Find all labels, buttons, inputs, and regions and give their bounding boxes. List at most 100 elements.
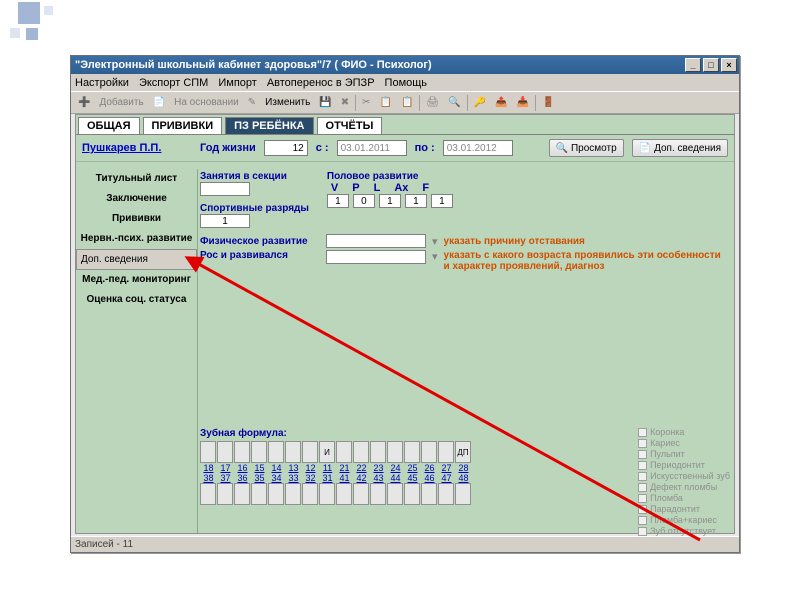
based-button[interactable]: На основании — [171, 94, 242, 112]
check-item[interactable]: Пульпит — [638, 449, 730, 460]
checkbox-icon[interactable] — [638, 461, 647, 470]
print-icon[interactable]: 🖨 — [423, 94, 442, 112]
tooth-cell[interactable] — [370, 441, 386, 463]
sidebar-item-extra[interactable]: Доп. сведения — [76, 249, 197, 270]
sex-val-p[interactable]: 0 — [353, 194, 375, 208]
growth-input[interactable] — [326, 250, 426, 264]
check-item[interactable]: Пломба+кариес — [638, 515, 730, 526]
sport-input[interactable]: 1 — [200, 214, 250, 228]
tooth-cell[interactable] — [285, 483, 301, 505]
tooth-cell[interactable] — [251, 483, 267, 505]
tooth-cell[interactable] — [200, 441, 216, 463]
tab-child[interactable]: ПЗ РЕБЁНКА — [225, 117, 313, 134]
checkbox-icon[interactable] — [638, 439, 647, 448]
tooth-cell[interactable] — [268, 483, 284, 505]
sidebar-item-neuro[interactable]: Нервн.-псих. развитие — [76, 229, 197, 249]
patient-name-link[interactable]: Пушкарев П.П. — [82, 142, 192, 154]
check-item[interactable]: Искусственный зуб — [638, 471, 730, 482]
menu-help[interactable]: Помощь — [385, 77, 428, 89]
tooth-cell[interactable] — [234, 483, 250, 505]
tab-general[interactable]: ОБЩАЯ — [78, 117, 140, 134]
close-button[interactable]: × — [721, 58, 737, 72]
sidebar-item-vaccines[interactable]: Прививки — [76, 209, 197, 229]
sex-val-f[interactable]: 1 — [431, 194, 453, 208]
sidebar-item-social[interactable]: Оценка соц. статуса — [76, 290, 197, 310]
exit-icon[interactable]: 🚪 — [539, 94, 557, 112]
tooth-cell[interactable] — [336, 441, 352, 463]
tooth-cell[interactable] — [370, 483, 386, 505]
cut-icon[interactable]: ✂ — [359, 94, 373, 112]
tooth-cell[interactable] — [353, 441, 369, 463]
checkbox-icon[interactable] — [638, 494, 647, 503]
transfer-icon[interactable]: 📤 — [492, 94, 510, 112]
sections-input[interactable] — [200, 182, 250, 196]
checkbox-icon[interactable] — [638, 516, 647, 525]
tooth-cell[interactable] — [234, 441, 250, 463]
tooth-cell[interactable]: И — [319, 441, 335, 463]
tooth-cell[interactable] — [421, 441, 437, 463]
checkbox-icon[interactable] — [638, 450, 647, 459]
add-button[interactable]: Добавить — [96, 94, 146, 112]
tooth-cell[interactable] — [217, 441, 233, 463]
checkbox-icon[interactable] — [638, 472, 647, 481]
tooth-cell[interactable] — [438, 441, 454, 463]
phys-input[interactable] — [326, 234, 426, 248]
key-icon[interactable]: 🔑 — [471, 94, 489, 112]
tooth-cell[interactable] — [353, 483, 369, 505]
delete-icon[interactable]: ✖ — [338, 94, 352, 112]
edit-button[interactable]: Изменить — [262, 94, 313, 112]
tooth-cell[interactable] — [302, 441, 318, 463]
tab-reports[interactable]: ОТЧЁТЫ — [317, 117, 383, 134]
paste-icon[interactable]: 📋 — [398, 94, 416, 112]
tooth-cell[interactable] — [387, 441, 403, 463]
sex-val-v[interactable]: 1 — [327, 194, 349, 208]
check-item[interactable]: Коронка — [638, 427, 730, 438]
menu-settings[interactable]: Настройки — [75, 77, 129, 89]
tooth-cell[interactable] — [404, 441, 420, 463]
checkbox-icon[interactable] — [638, 483, 647, 492]
preview-icon[interactable]: 🔍 — [445, 94, 463, 112]
tooth-cell[interactable] — [200, 483, 216, 505]
to-date[interactable]: 03.01.2012 — [443, 140, 513, 156]
tab-vaccines[interactable]: ПРИВИВКИ — [143, 117, 223, 134]
tooth-cell[interactable] — [455, 483, 471, 505]
checkbox-icon[interactable] — [638, 527, 647, 536]
check-item[interactable]: Пломба — [638, 493, 730, 504]
tooth-cell[interactable] — [268, 441, 284, 463]
copy-icon[interactable]: 📋 — [377, 94, 395, 112]
from-date[interactable]: 03.01.2011 — [337, 140, 407, 156]
menu-import[interactable]: Импорт — [218, 77, 256, 89]
check-item[interactable]: Кариес — [638, 438, 730, 449]
sidebar-item-title[interactable]: Титульный лист — [76, 169, 197, 189]
tooth-cell[interactable] — [336, 483, 352, 505]
tooth-cell[interactable] — [251, 441, 267, 463]
maximize-button[interactable]: □ — [703, 58, 719, 72]
year-input[interactable]: 12 — [264, 140, 308, 156]
tooth-cell[interactable] — [421, 483, 437, 505]
check-item[interactable]: Периодонтит — [638, 460, 730, 471]
tooth-cell[interactable] — [285, 441, 301, 463]
tooth-cell[interactable] — [319, 483, 335, 505]
tooth-number: 38 — [200, 473, 217, 483]
menu-export[interactable]: Экспорт СПМ — [139, 77, 208, 89]
sidebar-item-conclusion[interactable]: Заключение — [76, 189, 197, 209]
sex-val-l[interactable]: 1 — [379, 194, 401, 208]
tooth-cell[interactable] — [404, 483, 420, 505]
checkbox-icon[interactable] — [638, 428, 647, 437]
minimize-button[interactable]: _ — [685, 58, 701, 72]
extra-button[interactable]: 📄Доп. сведения — [632, 139, 728, 157]
tooth-cell[interactable] — [387, 483, 403, 505]
menu-autotransfer[interactable]: Автоперенос в ЭПЗР — [267, 77, 375, 89]
receive-icon[interactable]: 📥 — [513, 94, 531, 112]
checkbox-icon[interactable] — [638, 505, 647, 514]
tooth-cell[interactable] — [217, 483, 233, 505]
view-button[interactable]: 🔍Просмотр — [549, 139, 624, 157]
check-item[interactable]: Парадонтит — [638, 504, 730, 515]
sidebar-item-monitoring[interactable]: Мед.-пед. мониторинг — [76, 270, 197, 290]
tooth-cell[interactable] — [302, 483, 318, 505]
tooth-cell[interactable]: ДП — [455, 441, 471, 463]
save-icon[interactable]: 💾 — [316, 94, 334, 112]
tooth-cell[interactable] — [438, 483, 454, 505]
check-item[interactable]: Дефект пломбы — [638, 482, 730, 493]
sex-val-ax[interactable]: 1 — [405, 194, 427, 208]
